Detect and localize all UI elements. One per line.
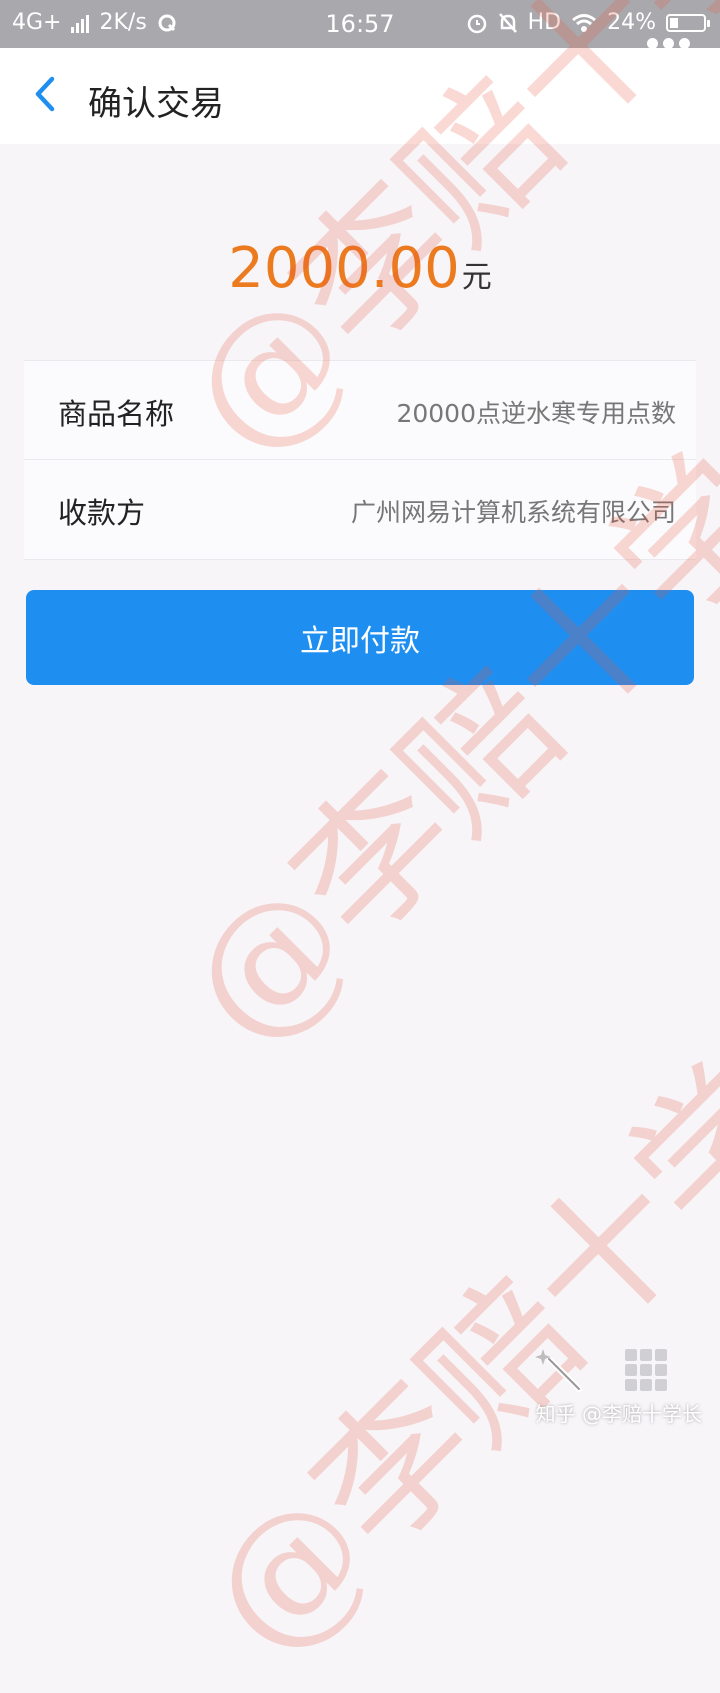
status-right: HD 24% xyxy=(466,10,710,35)
hd-badge: HD xyxy=(527,10,562,35)
amount-display: 2000.00元 xyxy=(0,236,720,301)
product-name-label: 商品名称 xyxy=(58,397,175,431)
status-bar: 4G+ 2K/s 16:57 HD 24% xyxy=(0,0,720,49)
source-credit: 知乎 @李赔十学长 xyxy=(535,1402,702,1426)
back-arrow-icon[interactable] xyxy=(28,74,64,114)
amount-unit: 元 xyxy=(461,260,492,295)
product-name-value: 20000点逆水寒专用点数 xyxy=(396,399,676,428)
payee-value: 广州网易计算机系统有限公司 xyxy=(350,498,676,527)
keypad-grid-icon[interactable] xyxy=(624,1348,668,1392)
nav-bar: 确认交易 xyxy=(0,48,720,144)
payment-amount: 2000.00 xyxy=(228,236,460,301)
battery-icon xyxy=(666,13,710,32)
payee-label: 收款方 xyxy=(58,496,146,530)
alarm-icon xyxy=(467,14,486,33)
magic-wand-icon[interactable] xyxy=(535,1345,585,1395)
pay-now-button[interactable]: 立即付款 xyxy=(26,590,694,685)
mute-icon xyxy=(498,12,517,33)
detail-row-product: 商品名称 20000点逆水寒专用点数 xyxy=(24,361,696,460)
watermark-text: @李赔十学长 xyxy=(174,928,720,1688)
wifi-icon xyxy=(572,13,597,32)
order-details: 商品名称 20000点逆水寒专用点数 收款方 广州网易计算机系统有限公司 xyxy=(24,360,696,560)
battery-percent: 24% xyxy=(607,10,656,35)
detail-row-payee: 收款方 广州网易计算机系统有限公司 xyxy=(24,460,696,558)
page-title: 确认交易 xyxy=(88,84,224,124)
watermark: @李赔十学长 xyxy=(150,904,720,1693)
